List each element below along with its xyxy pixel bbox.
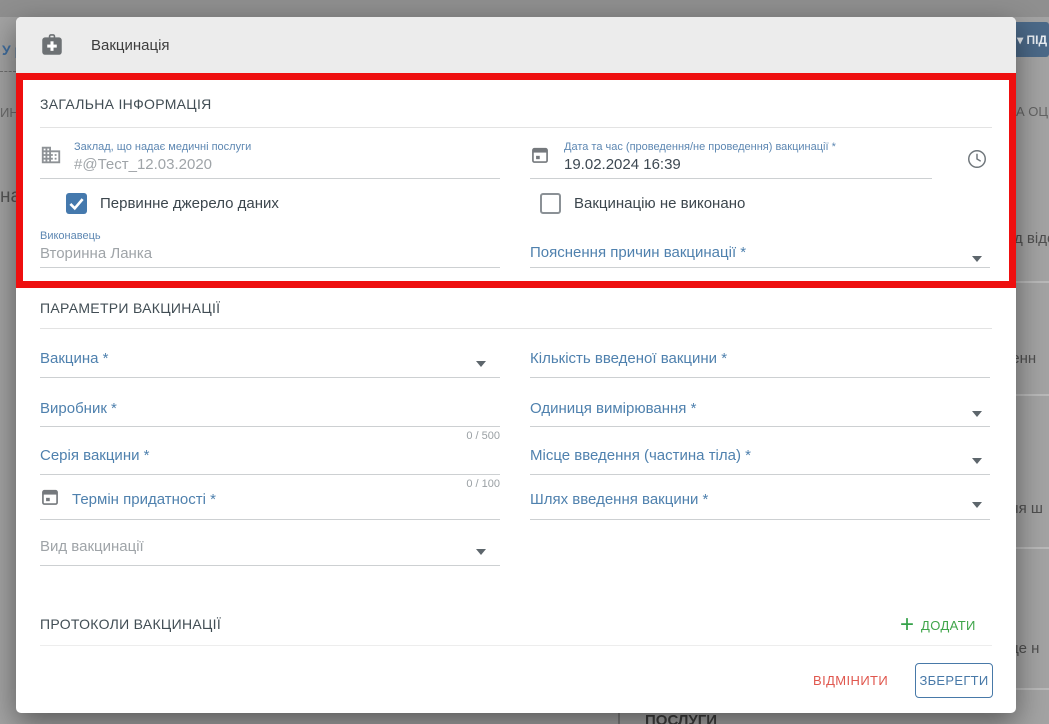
calendar-icon[interactable] [40,487,60,512]
facility-label: Заклад, що надає медичні послуги [74,141,251,153]
add-protocol-button[interactable]: + ДОДАТИ [900,613,976,637]
chevron-down-icon[interactable] [972,411,982,417]
add-protocol-label: ДОДАТИ [921,618,976,633]
manufacturer-input[interactable]: Виробник * [40,400,117,417]
performer-value[interactable]: Вторинна Ланка [40,245,152,262]
chevron-down-icon[interactable] [476,549,486,555]
primary-source-checkbox[interactable] [66,193,87,214]
calendar-icon[interactable] [530,145,550,170]
backdrop-row-divider [1016,547,1049,549]
modal-title: Вакцинація [91,37,170,54]
datetime-label: Дата та час (проведення/не проведення) в… [564,141,836,153]
chevron-down-icon[interactable] [476,361,486,367]
primary-source-label: Первинне джерело даних [100,195,279,212]
field-underline [530,519,990,520]
field-underline [40,519,500,520]
facility-value[interactable]: #@Тест_12.03.2020 [74,156,212,173]
plus-icon: + [900,613,914,637]
amount-input[interactable]: Кількість введеної вакцини * [530,350,727,367]
parameters-section-title: ПАРАМЕТРИ ВАКЦИНАЦІЇ [40,300,220,316]
vaccine-select[interactable]: Вакцина * [40,350,109,367]
vaccination-modal: Вакцинація ЗАГАЛЬНА ІНФОРМАЦІЯ Заклад, щ… [16,17,1016,713]
field-underline [40,474,500,475]
backdrop-dashed-divider [0,71,16,72]
not-performed-checkbox[interactable] [540,193,561,214]
backdrop-top-strip [0,0,1049,17]
cancel-button[interactable]: ВІДМІНИТИ [813,673,888,688]
field-underline [40,565,500,566]
vaccination-kind-select[interactable]: Вид вакцинації [40,538,144,555]
performer-label: Виконавець [40,230,101,242]
medical-kit-icon [39,32,65,58]
modal-header: Вакцинація [16,17,1016,73]
series-counter: 0 / 100 [40,478,500,490]
field-underline [530,474,990,475]
series-input[interactable]: Серія вакцини * [40,447,149,464]
site-select[interactable]: Місце введення (частина тіла) * [530,447,751,464]
section-divider [40,127,992,128]
backdrop-row-fragment-1: д відо [1014,230,1049,247]
field-underline [530,178,932,179]
manufacturer-counter: 0 / 500 [40,430,500,442]
field-underline [40,178,500,179]
field-underline [530,377,990,378]
section-divider [40,645,992,646]
not-performed-label: Вакцинацію не виконано [574,195,745,212]
chevron-down-icon[interactable] [972,256,982,262]
backdrop-row-divider [1016,394,1049,396]
reason-select[interactable]: Пояснення причин вакцинації * [530,244,746,261]
chevron-down-icon[interactable] [972,458,982,464]
field-underline [40,377,500,378]
clock-icon[interactable] [966,148,988,175]
save-button-label: ЗБЕРЕГТИ [919,673,988,688]
datetime-value[interactable]: 19.02.2024 16:39 [564,156,681,173]
save-button[interactable]: ЗБЕРЕГТИ [915,663,993,698]
field-underline [530,426,990,427]
protocols-section-title: ПРОТОКОЛИ ВАКЦИНАЦІЇ [40,616,221,632]
field-underline [530,267,990,268]
building-icon [40,144,62,171]
backdrop-bottom-divider [618,713,620,724]
backdrop-row-divider [1016,688,1049,690]
chevron-down-icon[interactable] [972,502,982,508]
backdrop-row-divider [1016,281,1049,283]
expiry-date-field[interactable]: Термін придатності * [72,491,216,508]
section-divider [40,328,992,329]
field-underline [40,426,500,427]
backdrop-tab-fragment-right: А ОЦ [1016,104,1048,119]
backdrop-bottom-heading: ПОСЛУГИ [645,712,717,724]
unit-select[interactable]: Одиниця вимірювання * [530,400,696,417]
field-underline [40,267,500,268]
route-select[interactable]: Шлях введення вакцини * [530,491,708,508]
general-section-title: ЗАГАЛЬНА ІНФОРМАЦІЯ [40,96,212,112]
